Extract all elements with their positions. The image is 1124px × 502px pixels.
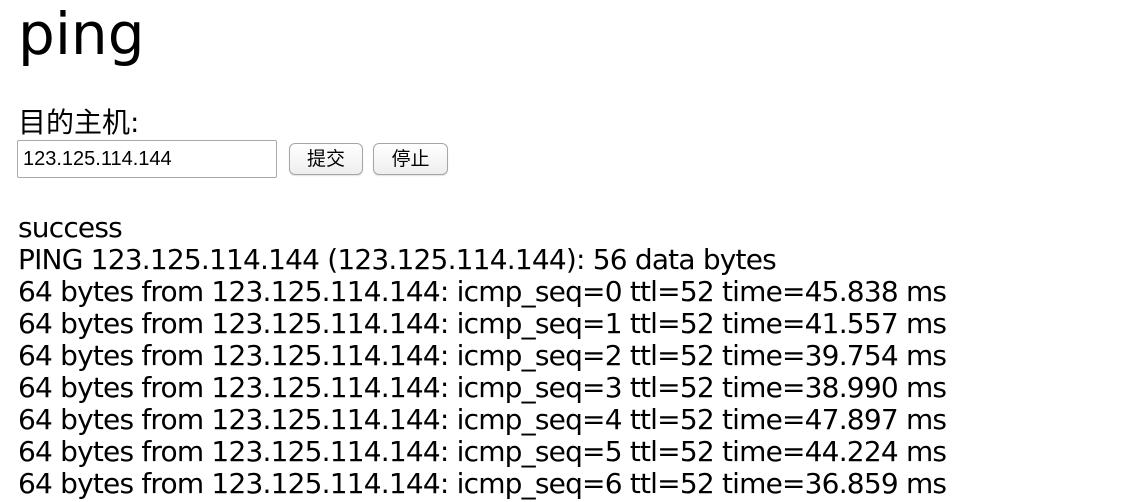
host-input[interactable]	[17, 140, 277, 178]
output-line: 64 bytes from 123.125.114.144: icmp_seq=…	[18, 435, 947, 468]
submit-button[interactable]: 提交	[289, 143, 363, 175]
page-title: ping	[18, 0, 145, 68]
output-line: 64 bytes from 123.125.114.144: icmp_seq=…	[18, 371, 947, 404]
output-line: 64 bytes from 123.125.114.144: icmp_seq=…	[18, 467, 947, 500]
output-line: 64 bytes from 123.125.114.144: icmp_seq=…	[18, 339, 947, 372]
output-line: PING 123.125.114.144 (123.125.114.144): …	[18, 243, 777, 276]
status-text: success	[18, 211, 123, 244]
stop-button[interactable]: 停止	[373, 143, 448, 175]
host-label: 目的主机:	[18, 106, 140, 139]
output-line: 64 bytes from 123.125.114.144: icmp_seq=…	[18, 307, 947, 340]
output-line: 64 bytes from 123.125.114.144: icmp_seq=…	[18, 403, 947, 436]
output-line: 64 bytes from 123.125.114.144: icmp_seq=…	[18, 275, 947, 308]
ping-output: success PING 123.125.114.144 (123.125.11…	[18, 212, 1118, 500]
